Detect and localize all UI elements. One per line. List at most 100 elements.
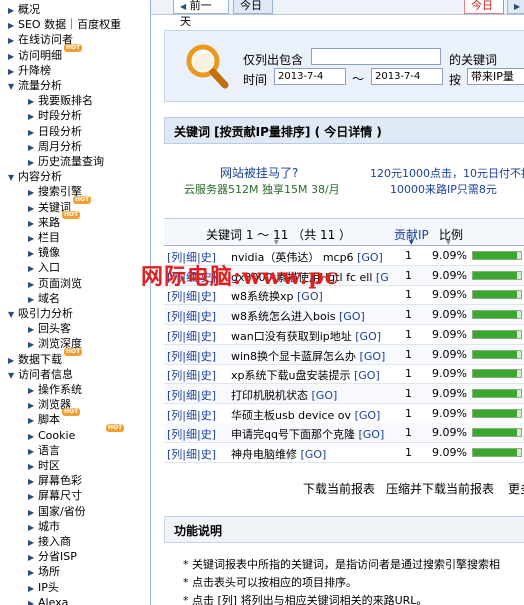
today-button-right[interactable]: 今日 xyxy=(464,0,504,14)
zip-download-link[interactable]: 压缩并下载当前报表 xyxy=(386,480,494,497)
sidebar-item[interactable]: ▶ 语言 xyxy=(28,443,60,458)
caret-right-icon: ▶ xyxy=(8,36,15,46)
sidebar-item[interactable]: ▶ 分省ISP xyxy=(28,549,77,564)
sidebar-item[interactable]: ▶ 日段分析 xyxy=(28,124,82,139)
download-report-link[interactable]: 下载当前报表 xyxy=(303,480,375,497)
sidebar-item[interactable]: ▶ IP头 xyxy=(28,580,59,595)
date-to-input[interactable]: 2013-7-4 xyxy=(371,68,443,85)
caret-right-icon: ▶ xyxy=(28,340,35,350)
ratio-cell: 9.09% xyxy=(432,347,467,361)
ratio-bar-fill xyxy=(473,449,517,456)
caret-right-icon: ▶ xyxy=(28,294,35,304)
sidebar-item[interactable]: ▶ 来路 HOT xyxy=(28,210,81,230)
table-header: 关键词 1 ～ 11 （共 11 ） ▼ 贡献IP ▼ 比例 ▼ xyxy=(164,219,524,246)
sidebar-item[interactable]: ▶ 时段分析 xyxy=(28,108,82,123)
sidebar-item-label: Cookie xyxy=(38,428,76,442)
keyword-text: w8系统怎么进入bois xyxy=(231,310,336,324)
sidebar-item[interactable]: ▶ 数据下载 HOT xyxy=(8,347,83,367)
row-detail-links[interactable]: [列|细|史] xyxy=(167,387,216,403)
sidebar-item[interactable]: ▶ 国家/省份 xyxy=(28,504,86,519)
sidebar-item[interactable]: ▶ SEO 数据｜百度权重 xyxy=(8,17,121,32)
caret-right-icon: ▶ xyxy=(28,492,35,502)
go-link[interactable]: [GO] xyxy=(360,350,386,363)
go-link[interactable]: [GO] xyxy=(355,409,381,422)
ip-count-cell: 1 xyxy=(405,386,412,400)
table-row: [列|细|史] 华硕主板usb device ov [GO] 1 9.09% xyxy=(164,404,524,424)
sidebar-item[interactable]: ▶ 镜像 xyxy=(28,245,60,260)
date-from-input[interactable]: 2013-7-4 xyxy=(274,68,346,85)
keyword-text: 神舟电脑维修 xyxy=(231,448,297,461)
row-detail-links[interactable]: [列|细|史] xyxy=(167,308,216,324)
hot-badge: HOT xyxy=(106,423,125,432)
ratio-bar xyxy=(472,329,522,339)
row-detail-links[interactable]: [列|细|史] xyxy=(167,328,216,344)
ip-count-cell: 1 xyxy=(405,268,412,282)
sidebar-item[interactable]: ▶ 升降榜 xyxy=(8,63,51,78)
column-ratio-header[interactable]: 比例 xyxy=(439,226,463,243)
sidebar-item[interactable]: ▼ 访问者信息 xyxy=(8,367,73,382)
sidebar-item[interactable]: ▶ 栏目 xyxy=(28,230,60,245)
sidebar-item[interactable]: ▶ 页面浏览 xyxy=(28,276,82,291)
sidebar-item[interactable]: ▼ 吸引力分析 xyxy=(8,306,73,321)
keyword-filter-input[interactable] xyxy=(311,48,441,65)
go-link[interactable]: [GO] xyxy=(355,330,381,343)
sort-select[interactable]: 带来IP量 xyxy=(467,68,524,85)
sidebar-item[interactable]: ▶ Cookie HOT xyxy=(28,423,125,443)
arrow-right-icon: ▶ xyxy=(514,2,521,11)
more-link[interactable]: 更多 xyxy=(508,480,524,497)
go-link[interactable]: [GO] xyxy=(357,251,383,264)
sidebar-item[interactable]: ▶ 域名 xyxy=(28,291,60,306)
sidebar-item[interactable]: ▶ 接入商 xyxy=(28,534,71,549)
hot-badge: HOT xyxy=(62,210,81,219)
ad-links: 网站被挂马了? 120元1000点击，10元日付不扣里 云服务器512M 独享1… xyxy=(164,154,524,198)
sidebar-item[interactable]: ▼ 内容分析 xyxy=(8,169,62,184)
today-tab[interactable]: 今日 xyxy=(233,0,273,14)
ad-link-3[interactable]: 云服务器512M 独享15M 38/月 xyxy=(184,181,340,197)
go-link[interactable]: [GO] xyxy=(312,389,338,402)
sort-by-label: 按 xyxy=(449,73,462,87)
ad-link-2[interactable]: 120元1000点击，10元日付不扣里 xyxy=(370,165,524,181)
ad-link-1[interactable]: 网站被挂马了? xyxy=(220,164,298,181)
caret-right-icon: ▶ xyxy=(28,477,35,487)
sidebar-item[interactable]: ▶ 我要贩排名 xyxy=(28,93,93,108)
table-row: [列|细|史] wan口没有获取到ip地址 [GO] 1 9.09% xyxy=(164,325,524,345)
go-link[interactable]: [GO] xyxy=(301,448,327,461)
sidebar-item-label: 入口 xyxy=(38,261,60,275)
row-detail-links[interactable]: [列|细|史] xyxy=(167,426,216,442)
sidebar-item[interactable]: ▶ 周月分析 xyxy=(28,139,82,154)
ad-link-4[interactable]: 10000来路IP只需8元 xyxy=(390,181,497,197)
row-detail-links[interactable]: [列|细|史] xyxy=(167,348,216,364)
sidebar-item[interactable]: ▶ 屏幕色彩 xyxy=(28,473,82,488)
sidebar-item[interactable]: ▶ 概况 xyxy=(8,2,40,17)
filter-panel: 仅列出包含 的关键词 时间 2013-7-4 ～ 2013-7-4 按 带来IP… xyxy=(164,30,524,102)
sidebar-item[interactable]: ▶ 时区 xyxy=(28,458,60,473)
sidebar-item[interactable]: ▶ 城市 xyxy=(28,519,60,534)
sidebar-item[interactable]: ▶ 场所 xyxy=(28,564,60,579)
row-detail-links[interactable]: [列|细|史] xyxy=(167,446,216,462)
go-link[interactable]: [GO] xyxy=(354,369,380,382)
sidebar-item[interactable]: ▶ Alexa xyxy=(28,595,68,605)
caret-right-icon: ▶ xyxy=(28,142,35,152)
go-link[interactable]: [GO] xyxy=(376,271,389,284)
ratio-bar-fill xyxy=(473,271,517,279)
ratio-bar-fill xyxy=(473,389,517,397)
go-link[interactable]: [GO] xyxy=(297,290,323,303)
sidebar-item[interactable]: ▼ 流量分析 xyxy=(8,78,62,93)
row-detail-links[interactable]: [列|细|史] xyxy=(167,367,216,383)
next-arrow-button[interactable]: ▶ xyxy=(507,0,524,14)
section-title: 关键词 [按贡献IP量排序] ( 今日详情 ) xyxy=(174,125,382,139)
go-link[interactable]: [GO] xyxy=(339,310,365,323)
sidebar-item[interactable]: ▶ 屏幕尺寸 xyxy=(28,488,82,503)
sidebar-item[interactable]: ▶ 入口 xyxy=(28,260,60,275)
sidebar-item[interactable]: ▶ 操作系统 xyxy=(28,382,82,397)
go-link[interactable]: [GO] xyxy=(358,428,384,441)
sidebar-item[interactable]: ▶ 访问明细 HOT xyxy=(8,43,83,63)
prev-day-button[interactable]: ◀ 前一天 xyxy=(173,0,229,28)
hot-badge: HOT xyxy=(64,43,83,52)
sidebar-item-label: SEO 数据｜百度权重 xyxy=(18,18,122,32)
sidebar-item[interactable]: ▶ 历史流量查询 xyxy=(28,154,104,169)
sidebar-item-label: 日段分析 xyxy=(38,124,82,138)
sidebar-item[interactable]: ▶ 脚本 HOT xyxy=(28,408,81,427)
sidebar-item[interactable]: ▶ 回头客 xyxy=(28,321,71,336)
row-detail-links[interactable]: [列|细|史] xyxy=(167,407,216,423)
